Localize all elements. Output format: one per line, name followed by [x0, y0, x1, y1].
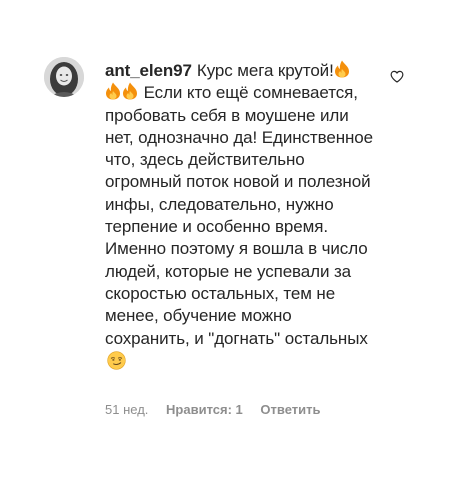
smirk-face-icon — [107, 351, 126, 370]
fire-icon — [122, 82, 138, 100]
fire-icon — [105, 82, 121, 100]
avatar-photo-icon — [44, 57, 84, 97]
comment-text-first: Курс мега крутой! — [196, 61, 334, 80]
username-link[interactable]: ant_elen97 — [105, 61, 192, 80]
reply-button[interactable]: Ответить — [260, 402, 320, 417]
avatar[interactable] — [44, 57, 84, 97]
likes-count-button[interactable]: Нравится: 1 — [166, 402, 243, 417]
comment-meta: 51 нед. Нравится: 1 Ответить — [105, 402, 334, 417]
timestamp[interactable]: 51 нед. — [105, 402, 148, 417]
fire-icon — [334, 60, 350, 78]
comment-body: ant_elen97 Курс мега крутой! Если кто ещё… — [105, 60, 373, 372]
like-heart-icon[interactable] — [390, 70, 404, 83]
comment: ant_elen97 Курс мега крутой! Если кто ещё… — [0, 0, 452, 478]
comment-text: Если кто ещё сомневается, пробовать себя… — [105, 83, 373, 348]
